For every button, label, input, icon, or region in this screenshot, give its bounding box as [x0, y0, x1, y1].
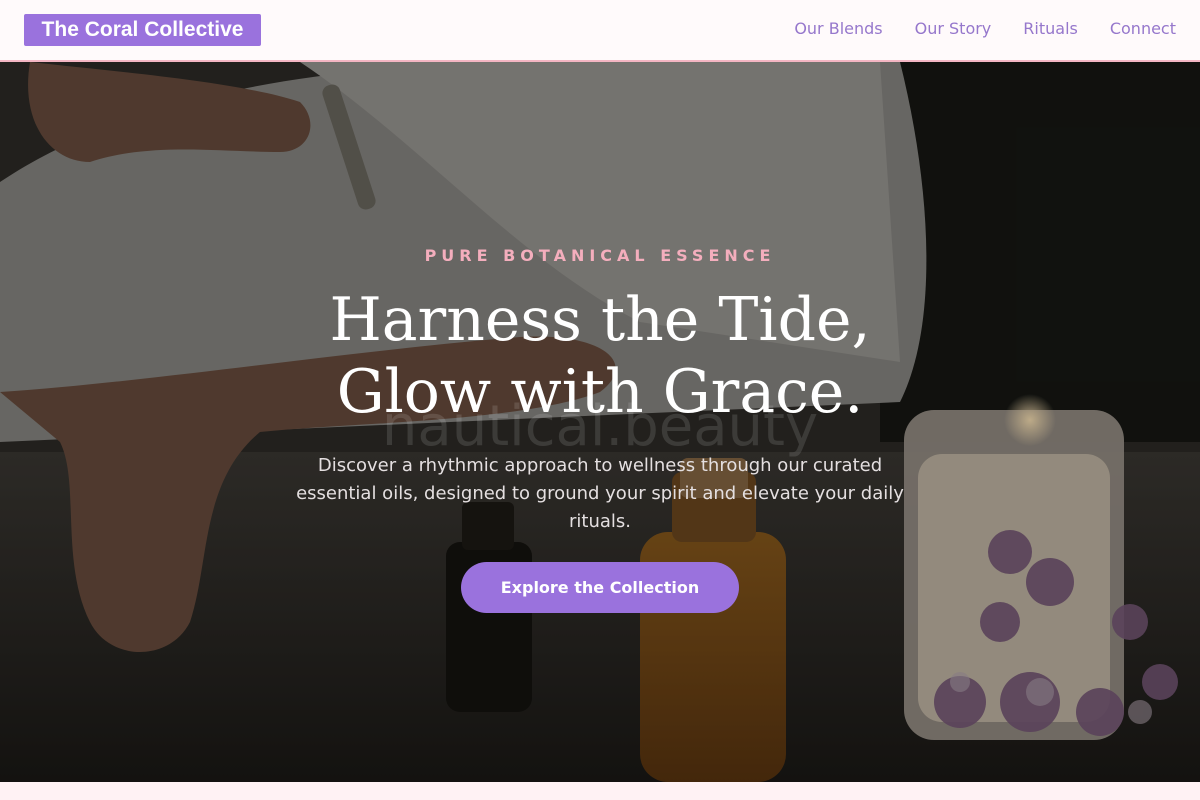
nav-link-rituals[interactable]: Rituals: [1023, 18, 1078, 40]
top-navigation-bar: The Coral Collective Our Blends Our Stor…: [0, 0, 1200, 62]
hero-description: Discover a rhythmic approach to wellness…: [296, 455, 904, 532]
main-nav: Our Blends Our Story Rituals Connect: [794, 18, 1176, 40]
hero-eyebrow: PURE BOTANICAL ESSENCE: [424, 246, 776, 265]
nav-link-our-blends[interactable]: Our Blends: [794, 18, 882, 40]
nav-link-our-story[interactable]: Our Story: [915, 18, 992, 40]
next-section-edge: [0, 782, 1200, 800]
nav-link-connect[interactable]: Connect: [1110, 18, 1176, 40]
hero-section: PURE BOTANICAL ESSENCE Harness the Tide,…: [0, 62, 1200, 782]
explore-collection-button[interactable]: Explore the Collection: [461, 562, 739, 613]
brand-logo[interactable]: The Coral Collective: [24, 14, 261, 46]
